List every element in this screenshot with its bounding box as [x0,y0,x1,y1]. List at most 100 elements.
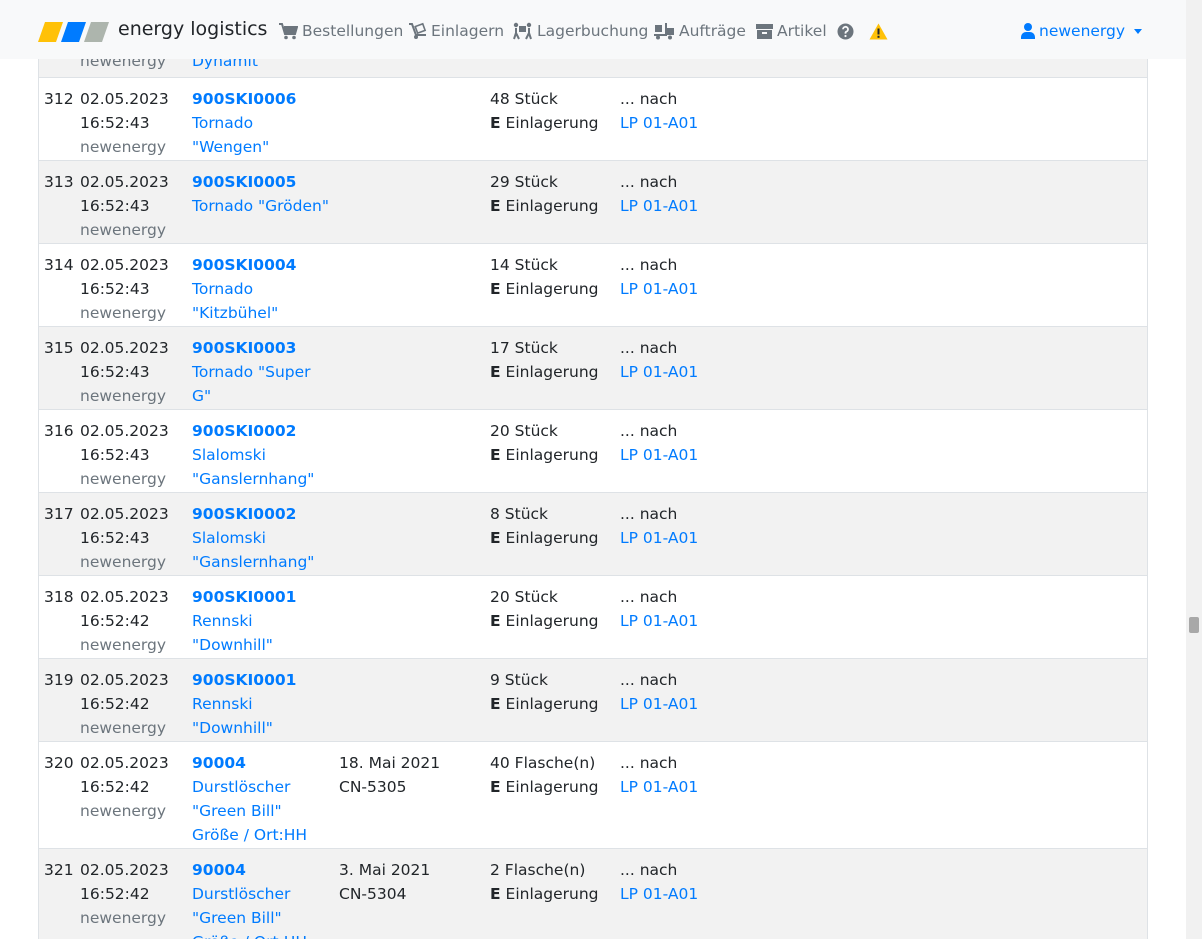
row-quantity: 9 Stück E Einlagerung [490,668,599,716]
row-article: 900SKI0001 Rennski "Downhill" [192,585,332,657]
row-direction: ... nach [620,422,678,440]
row-article-code[interactable]: 900SKI0002 [192,419,332,443]
row-qty: 20 Stück [490,422,558,440]
scrollbar-thumb[interactable] [1189,617,1199,633]
row-type: E Einlagerung [490,277,599,301]
row-article-name[interactable]: Tornado "Wengen" [192,111,332,159]
row-article-code[interactable]: 900SKI0002 [192,502,332,526]
row-article-code[interactable]: 900SKI0001 [192,585,332,609]
row-article-code[interactable]: 900SKI0001 [192,668,332,692]
row-time: 16:52:43 [80,446,150,464]
row-user: newenergy [80,387,167,405]
user-menu-dropdown[interactable]: newenergy [1021,20,1143,42]
row-article-code[interactable]: 90004 [192,751,332,775]
row-date: 02.05.2023 [80,505,169,523]
row-mhd: 3. Mai 2021 [339,861,431,879]
row-location: ... nach LP 01-A01 [620,502,698,550]
logo-icon [38,22,109,42]
row-user: newenergy [80,719,167,737]
row-type-label: Einlagerung [505,695,599,713]
row-time: 16:52:42 [80,612,150,630]
row-location-link[interactable]: LP 01-A01 [620,360,698,384]
row-timestamp: 02.05.2023 16:52:42 newenergy [80,751,169,823]
row-location-link[interactable]: LP 01-A01 [620,443,698,467]
row-direction: ... nach [620,505,678,523]
nav-artikel[interactable]: Artikel [756,20,827,42]
row-direction: ... nach [620,861,678,879]
row-number: 312 [44,90,74,108]
help-button[interactable] [837,20,854,42]
row-location-link[interactable]: LP 01-A01 [620,526,698,550]
row-date: 02.05.2023 [80,861,169,879]
row-location-link[interactable]: LP 01-A01 [620,111,698,135]
row-article-name[interactable]: Dynamit [192,59,332,73]
row-time: 16:52:43 [80,529,150,547]
row-date: 02.05.2023 [80,339,169,357]
row-quantity: 17 Stück E Einlagerung [490,336,599,384]
row-time: 16:52:43 [80,114,150,132]
row-location-link[interactable]: LP 01-A01 [620,277,698,301]
row-article: 900SKI0005 Tornado "Gröden" [192,170,332,218]
row-article-name[interactable]: Rennski "Downhill" [192,609,332,657]
row-location-link[interactable]: LP 01-A01 [620,692,698,716]
nav-auftraege[interactable]: Aufträge [653,20,746,42]
row-article-code[interactable]: 900SKI0006 [192,87,332,111]
row-article-name[interactable]: Slalomski "Ganslernhang" [192,443,332,491]
row-article-code[interactable]: 900SKI0003 [192,336,332,360]
row-article-code[interactable]: 900SKI0004 [192,253,332,277]
row-location-link[interactable]: LP 01-A01 [620,194,698,218]
row-location: ... nach LP 01-A01 [620,419,698,467]
row-number: 319 [44,671,74,689]
row-number: 313 [44,173,74,191]
row-location: ... nach LP 01-A01 [620,87,698,135]
people-carry-icon [513,22,532,40]
row-direction: ... nach [620,256,678,274]
nav-einlagern[interactable]: Einlagern [408,20,504,42]
nav-lagerbuchung[interactable]: Lagerbuchung [512,20,648,42]
nav-label: Einlagern [431,22,505,40]
row-article: 900SKI0004 Tornado "Kitzbühel" [192,253,332,325]
table-row: 315 02.05.2023 16:52:43 newenergy 900SKI… [39,327,1147,410]
row-type: E Einlagerung [490,443,599,467]
page-scrollbar[interactable] [1186,0,1202,939]
table-row: 314 02.05.2023 16:52:43 newenergy 900SKI… [39,244,1147,327]
caret-down-icon [1134,28,1143,34]
row-article-name[interactable]: Rennski "Downhill" [192,692,332,740]
row-qty: 29 Stück [490,173,558,191]
row-charge: CN-5305 [339,778,407,796]
nav-label: Aufträge [679,22,746,40]
user-icon [1021,23,1035,39]
row-user: newenergy [80,221,167,239]
row-location: ... nach LP 01-A01 [620,751,698,799]
row-type-label: Einlagerung [505,446,599,464]
row-article-name[interactable]: Slalomski "Ganslernhang" [192,526,332,574]
row-article-name[interactable]: Tornado "Gröden" [192,194,332,218]
row-type-label: Einlagerung [505,280,599,298]
row-quantity: 14 Stück E Einlagerung [490,253,599,301]
row-direction: ... nach [620,339,678,357]
table-row-partial: newenergy Dynamit [39,59,1147,78]
row-article-name[interactable]: Durstlöscher "Green Bill" Größe / Ort:HH [192,882,332,939]
row-time: 16:52:42 [80,885,150,903]
row-article-name[interactable]: Durstlöscher "Green Bill" Größe / Ort:HH [192,775,332,847]
warning-button[interactable] [869,20,888,42]
row-user: newenergy [80,909,167,927]
row-type-label: Einlagerung [505,778,599,796]
row-article-code[interactable]: 900SKI0005 [192,170,332,194]
row-user: newenergy [80,470,167,488]
row-qty: 17 Stück [490,339,558,357]
row-article-name[interactable]: Tornado "Kitzbühel" [192,277,332,325]
row-article-name[interactable]: Tornado "Super G" [192,360,332,408]
row-location: ... nach LP 01-A01 [620,336,698,384]
row-location-link[interactable]: LP 01-A01 [620,775,698,799]
row-number: 320 [44,754,74,772]
row-article: 900SKI0002 Slalomski "Ganslernhang" [192,419,332,491]
row-timestamp: 02.05.2023 16:52:43 newenergy [80,502,169,574]
row-type: E Einlagerung [490,526,599,550]
row-location-link[interactable]: LP 01-A01 [620,882,698,906]
row-location-link[interactable]: LP 01-A01 [620,609,698,633]
row-user: newenergy [80,304,167,322]
table-row: 317 02.05.2023 16:52:43 newenergy 900SKI… [39,493,1147,576]
nav-bestellungen[interactable]: Bestellungen [279,20,403,42]
row-article-code[interactable]: 90004 [192,858,332,882]
